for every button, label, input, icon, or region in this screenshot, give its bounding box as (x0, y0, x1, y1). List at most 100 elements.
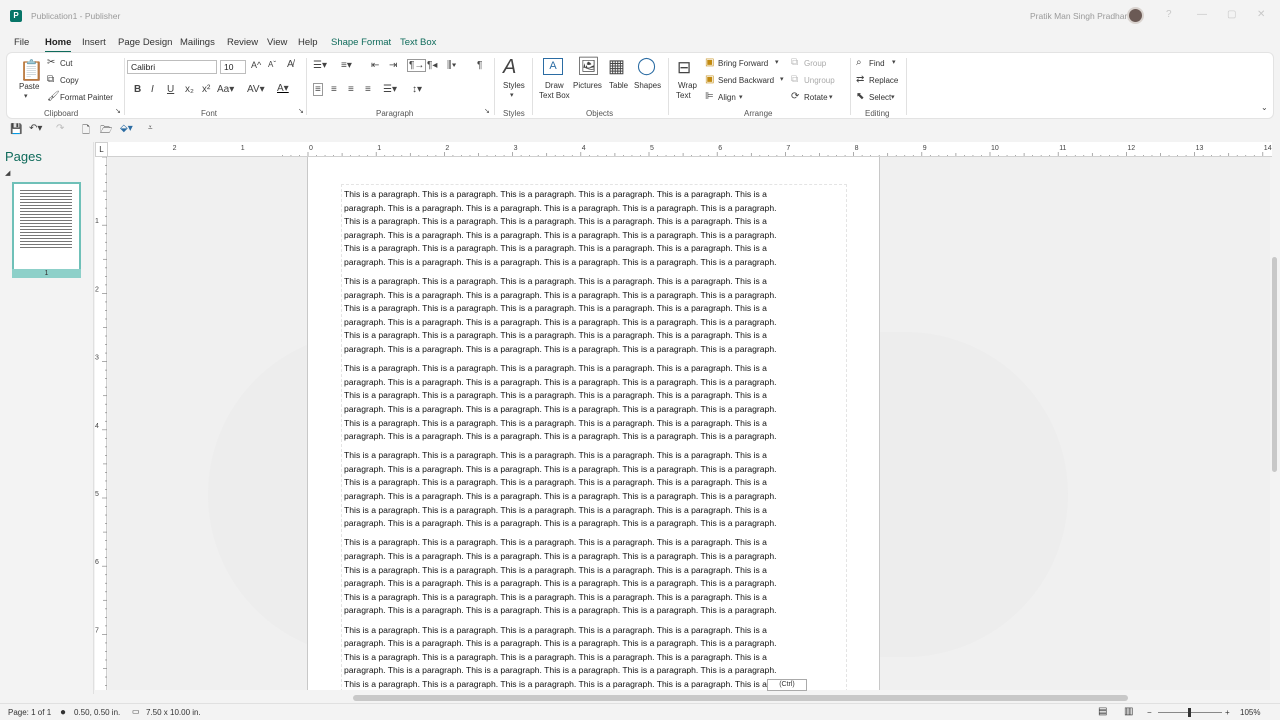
horizontal-ruler[interactable]: 2 1 0 1 2 3 4 5 6 7 8 9 10 11 12 13 14 (108, 142, 1272, 157)
replace-icon[interactable]: ⇄ (856, 74, 864, 85)
paragraph[interactable]: This is a paragraph. This is a paragraph… (344, 275, 844, 357)
align-center-icon[interactable]: ≡ (331, 84, 337, 95)
bring-forward-icon[interactable]: ▣ (705, 57, 714, 68)
align-left-icon[interactable]: ≡ (313, 83, 323, 96)
find-icon[interactable]: ⌕ (856, 57, 862, 68)
line-spacing-icon[interactable]: ↕▾ (412, 84, 422, 95)
zoom-out-icon[interactable]: − (1147, 708, 1152, 717)
vertical-scrollbar[interactable] (1270, 157, 1280, 690)
avatar[interactable] (1127, 7, 1144, 24)
publication-page[interactable]: This is a paragraph. This is a paragraph… (307, 157, 880, 690)
user-name[interactable]: Pratik Man Singh Pradhan (1030, 11, 1129, 21)
zoom-slider-thumb[interactable] (1188, 708, 1191, 717)
single-page-view-icon[interactable]: ▤ (1098, 706, 1107, 717)
format-painter-button[interactable]: Format Painter (60, 93, 113, 102)
tab-page-design[interactable]: Page Design (118, 37, 172, 48)
superscript-icon[interactable]: x² (202, 84, 210, 95)
pictures-button[interactable]: Pictures (573, 81, 602, 90)
decrease-indent-icon[interactable]: ⇤ (371, 60, 379, 71)
tab-review[interactable]: Review (227, 37, 258, 48)
replace-button[interactable]: Replace (869, 76, 898, 85)
save-icon[interactable]: 💾 (10, 124, 22, 135)
wrap-text-icon[interactable]: ⊟ (677, 58, 691, 78)
tab-file[interactable]: File (14, 37, 29, 48)
ungroup-button[interactable]: Ungroup (804, 76, 835, 85)
horizontal-scrollbar[interactable] (95, 694, 1270, 702)
align-icon[interactable]: ⊫ (705, 91, 714, 102)
wrap-text-label2[interactable]: Text (676, 91, 691, 100)
collapse-ribbon-icon[interactable]: ⌄ (1261, 103, 1268, 112)
rotate-button[interactable]: Rotate (804, 93, 828, 102)
font-color-icon[interactable]: A▾ (277, 83, 289, 94)
format-painter-icon[interactable]: 🖌 (47, 91, 60, 102)
font-launcher-icon[interactable]: ↘ (298, 107, 304, 115)
group-button[interactable]: Group (804, 59, 826, 68)
fill-color-icon[interactable]: ⬙▾ (120, 123, 133, 134)
tab-mailings[interactable]: Mailings (180, 37, 215, 48)
bullets-icon[interactable]: ☰▾ (313, 60, 327, 71)
close-icon[interactable]: ✕ (1257, 9, 1265, 20)
vertical-ruler[interactable]: 1 2 3 4 5 6 7 (95, 156, 107, 690)
paste-button[interactable]: Paste (19, 82, 39, 91)
redo-icon[interactable]: ↷ (56, 123, 64, 134)
select-dropdown-icon[interactable]: ▾ (891, 93, 895, 101)
send-backward-button[interactable]: Send Backward (718, 76, 774, 85)
send-backward-dropdown-icon[interactable]: ▾ (780, 75, 784, 83)
pictures-icon[interactable]: 🖼 (577, 56, 600, 77)
minimize-icon[interactable]: — (1197, 9, 1207, 20)
align-dropdown-icon[interactable]: ▾ (739, 93, 743, 101)
styles-icon[interactable]: A (503, 56, 516, 79)
find-button[interactable]: Find (869, 59, 885, 68)
paragraph[interactable]: This is a paragraph. This is a paragraph… (344, 362, 844, 444)
cut-button[interactable]: Cut (60, 59, 72, 68)
new-document-icon[interactable]: 🗋 (82, 123, 90, 140)
paragraph[interactable]: This is a paragraph. This is a paragraph… (344, 536, 844, 618)
table-button[interactable]: Table (609, 81, 628, 90)
draw-text-box-icon[interactable]: A (543, 58, 563, 75)
draw-text-box-label2[interactable]: Text Box (539, 91, 570, 100)
select-button[interactable]: Select (869, 93, 891, 102)
ungroup-icon[interactable]: ⧉ (791, 74, 798, 85)
tab-help[interactable]: Help (298, 37, 318, 48)
group-icon[interactable]: ⧉ (791, 57, 798, 68)
zoom-level[interactable]: 105% (1240, 708, 1260, 717)
font-size-box[interactable]: 10 (220, 60, 246, 74)
wrap-text-button[interactable]: Wrap (678, 81, 697, 90)
paragraph[interactable]: This is a paragraph. This is a paragraph… (344, 188, 844, 270)
styles-button[interactable]: Styles (503, 81, 525, 90)
italic-icon[interactable]: I (151, 84, 154, 95)
paragraph-launcher-icon[interactable]: ↘ (484, 107, 490, 115)
show-formatting-icon[interactable]: ¶ (477, 60, 482, 71)
styles-dropdown-icon[interactable]: ▾ (510, 91, 514, 99)
ruler-corner-tab-selector[interactable]: L (95, 142, 108, 157)
increase-indent-icon[interactable]: ⇥ (389, 60, 397, 71)
bold-icon[interactable]: B (134, 84, 141, 95)
grow-font-icon[interactable]: A^ (251, 60, 261, 70)
document-canvas[interactable]: This is a paragraph. This is a paragraph… (108, 157, 1270, 690)
horizontal-scroll-thumb[interactable] (353, 695, 1128, 701)
find-dropdown-icon[interactable]: ▾ (892, 58, 896, 66)
pages-collapse-icon[interactable]: ◢ (5, 169, 10, 177)
rotate-icon[interactable]: ⟳ (791, 91, 799, 102)
clipboard-launcher-icon[interactable]: ↘ (115, 107, 121, 115)
maximize-icon[interactable]: ▢ (1227, 9, 1236, 20)
rotate-dropdown-icon[interactable]: ▾ (829, 93, 833, 101)
tab-view[interactable]: View (267, 37, 287, 48)
open-folder-icon[interactable]: 🗁 (100, 123, 112, 140)
columns-icon[interactable]: ⫼▾ (447, 60, 456, 71)
customize-qat-icon[interactable]: ⩡ (148, 123, 153, 133)
undo-icon[interactable]: ↶▾ (29, 123, 42, 134)
rtl-direction-icon[interactable]: ¶◂ (427, 60, 437, 71)
tab-text-box[interactable]: Text Box (400, 37, 436, 48)
justify-icon[interactable]: ≡ (365, 84, 371, 95)
page-thumbnail[interactable] (12, 182, 81, 278)
clear-formatting-icon[interactable]: A̸ (287, 59, 294, 70)
distribute-icon[interactable]: ☰▾ (383, 84, 397, 95)
page-indicator[interactable]: Page: 1 of 1 (8, 708, 51, 717)
bring-forward-button[interactable]: Bring Forward (718, 59, 768, 68)
tab-home[interactable]: Home (45, 37, 72, 53)
two-page-view-icon[interactable]: ▥ (1124, 706, 1133, 717)
font-name-box[interactable]: Calibri (127, 60, 217, 74)
ltr-direction-icon[interactable]: ¶→ (407, 59, 427, 72)
select-icon[interactable]: ⬉ (856, 91, 864, 102)
